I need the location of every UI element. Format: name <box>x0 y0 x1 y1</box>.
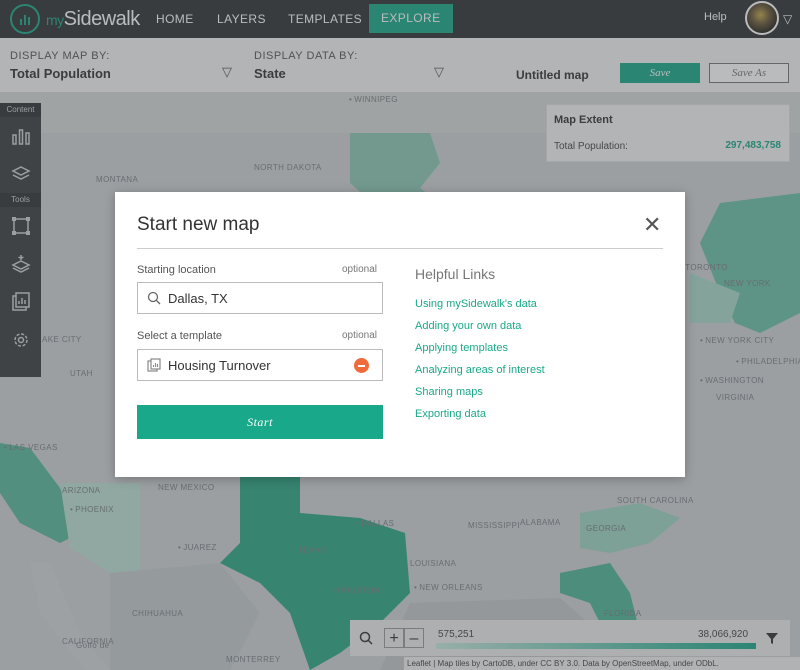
link-analyzing-areas[interactable]: Analyzing areas of interest <box>415 364 545 376</box>
link-using-data[interactable]: Using mySidewalk's data <box>415 298 537 310</box>
optional-label: optional <box>342 264 378 275</box>
starting-location-label: Starting location <box>137 264 216 276</box>
template-select[interactable]: Housing Turnover <box>137 349 383 381</box>
link-adding-data[interactable]: Adding your own data <box>415 320 521 332</box>
link-applying-templates[interactable]: Applying templates <box>415 342 508 354</box>
start-new-map-dialog: Start new map ✕ Starting location option… <box>115 192 685 477</box>
close-icon[interactable]: ✕ <box>643 214 661 236</box>
template-value: Housing Turnover <box>168 358 271 373</box>
start-button[interactable]: Start <box>137 405 383 439</box>
divider <box>137 248 663 249</box>
starting-location-value: Dallas, TX <box>168 291 228 306</box>
search-icon <box>147 291 161 310</box>
helpful-links-title: Helpful Links <box>415 266 496 282</box>
optional-label: optional <box>342 330 378 341</box>
link-exporting-data[interactable]: Exporting data <box>415 408 486 420</box>
link-sharing-maps[interactable]: Sharing maps <box>415 386 483 398</box>
template-label: Select a template <box>137 330 222 342</box>
dialog-title: Start new map <box>137 214 260 235</box>
template-icon <box>147 358 161 377</box>
starting-location-input[interactable]: Dallas, TX <box>137 282 383 314</box>
remove-icon[interactable] <box>354 358 369 373</box>
